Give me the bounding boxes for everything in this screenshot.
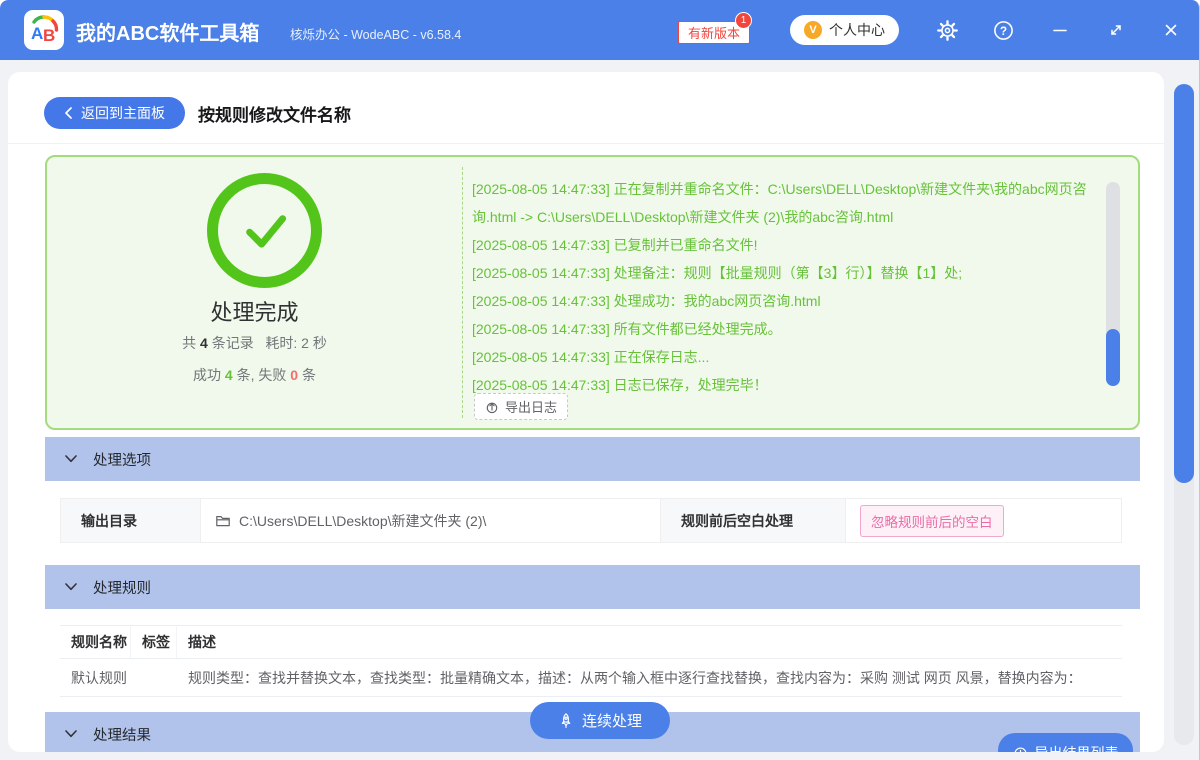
app-logo: A B (24, 10, 64, 50)
col-description: 描述 (188, 634, 216, 650)
settings-gear-icon[interactable] (936, 19, 958, 41)
export-results-label: 导出结果列表 (1035, 743, 1119, 752)
rule-name-cell: 默认规则 (71, 669, 127, 686)
upload-circle-icon (486, 402, 498, 413)
app-subtitle: 核烁办公 - WodeABC - v6.58.4 (290, 28, 462, 42)
download-circle-icon (1014, 746, 1026, 752)
app-window: A B 我的ABC软件工具箱 核烁办公 - WodeABC - v6.58.4 … (0, 0, 1200, 760)
elapsed-seconds: 2 (301, 335, 309, 351)
log-line: [2025-08-05 14:47:33] 处理备注：规则【批量规则（第【3】行… (472, 265, 963, 281)
total-count: 4 (200, 335, 208, 351)
back-button-label: 返回到主面板 (81, 105, 165, 121)
log-scrollbar-thumb[interactable] (1106, 329, 1120, 386)
process-result-panel: 处理完成 共 4 条记录 耗时: 2 秒 成功 4 条, 失败 0 条 [202… (45, 155, 1140, 430)
svg-text:A: A (31, 24, 43, 43)
rules-table: 规则名称 标签 描述 默认规则 规则类型：查找并替换文本，查找类型：批量精确文本… (60, 625, 1122, 697)
log-line: [2025-08-05 14:47:33] 正在保存日志... (472, 349, 710, 365)
close-button[interactable] (1160, 19, 1182, 41)
status-title: 处理完成 (210, 300, 299, 325)
result-summary: 处理完成 共 4 条记录 耗时: 2 秒 成功 4 条, 失败 0 条 (47, 157, 462, 428)
output-dir-label: 输出目录 (61, 499, 201, 542)
record-stats: 共 4 条记录 耗时: 2 秒 (182, 335, 327, 351)
vip-v-icon: V (804, 21, 822, 39)
app-title: 我的ABC软件工具箱 (76, 23, 260, 45)
title-bar: A B 我的ABC软件工具箱 核烁办公 - WodeABC - v6.58.4 … (0, 0, 1199, 60)
continue-button-label: 连续处理 (581, 713, 642, 730)
success-fail-stats: 成功 4 条, 失败 0 条 (193, 367, 316, 383)
chevron-down-icon (65, 730, 77, 738)
whitespace-option-value-cell: 忽略规则前后的空白 (846, 499, 1121, 542)
export-log-label: 导出日志 (505, 400, 558, 415)
export-results-button[interactable]: 导出结果列表 (998, 733, 1133, 752)
page-title: 按规则修改文件名称 (198, 105, 351, 125)
col-tag: 标签 (131, 626, 177, 658)
log-line: [2025-08-05 14:47:33] 已复制并已重命名文件! (472, 237, 758, 253)
svg-text:B: B (43, 26, 55, 45)
chevron-left-icon (65, 107, 72, 119)
log-line: [2025-08-05 14:47:33] 处理成功：我的abc网页咨询.htm… (472, 293, 821, 309)
table-row: 默认规则 规则类型：查找并替换文本，查找类型：批量精确文本，描述：从两个输入框中… (60, 659, 1122, 697)
chevron-down-icon (65, 455, 77, 463)
section-header-options[interactable]: 处理选项 (45, 437, 1140, 481)
process-log-list: [2025-08-05 14:47:33] 正在复制并重命名文件：C:\User… (472, 175, 1104, 399)
section-results-label: 处理结果 (93, 727, 151, 744)
help-icon[interactable]: ? (992, 19, 1014, 41)
chevron-down-icon (65, 583, 77, 591)
options-row: 输出目录 C:\Users\DELL\Desktop\新建文件夹 (2)\ 规则… (60, 498, 1122, 543)
rocket-icon (561, 712, 571, 728)
resize-button[interactable] (1105, 19, 1127, 41)
continue-process-button[interactable]: 连续处理 (530, 702, 670, 739)
section-rules-label: 处理规则 (93, 580, 151, 597)
main-card: 返回到主面板 按规则修改文件名称 处理完成 共 4 条记录 耗时: 2 秒 成功… (8, 72, 1164, 752)
col-rule-name: 规则名称 (60, 626, 131, 658)
whitespace-option-tag: 忽略规则前后的空白 (860, 504, 1004, 537)
personal-center-button[interactable]: V 个人中心 (790, 15, 899, 45)
panel-divider (462, 167, 463, 418)
rules-table-header: 规则名称 标签 描述 (60, 625, 1122, 659)
section-header-rules[interactable]: 处理规则 (45, 565, 1140, 609)
minimize-button[interactable] (1049, 19, 1071, 41)
abc-logo-icon: A B (31, 15, 59, 45)
section-options-label: 处理选项 (93, 452, 151, 469)
fail-count: 0 (290, 367, 299, 383)
success-check-icon (207, 173, 322, 288)
back-to-dashboard-button[interactable]: 返回到主面板 (44, 97, 185, 129)
page-scrollbar-thumb[interactable] (1174, 84, 1194, 483)
rule-tag-cell (131, 659, 177, 696)
folder-open-icon (216, 515, 230, 526)
log-line: [2025-08-05 14:47:33] 所有文件都已经处理完成。 (472, 321, 782, 337)
output-dir-path: C:\Users\DELL\Desktop\新建文件夹 (2)\ (239, 512, 487, 529)
output-dir-value-cell: C:\Users\DELL\Desktop\新建文件夹 (2)\ (201, 499, 661, 542)
success-count: 4 (224, 367, 233, 383)
rule-desc-cell: 规则类型：查找并替换文本，查找类型：批量精确文本，描述：从两个输入框中逐行查找替… (188, 669, 1082, 686)
whitespace-option-label: 规则前后空白处理 (661, 499, 846, 542)
personal-center-label: 个人中心 (829, 22, 885, 38)
export-log-button[interactable]: 导出日志 (474, 393, 569, 420)
svg-text:?: ? (999, 25, 1006, 37)
log-line: [2025-08-05 14:47:33] 正在复制并重命名文件：C:\User… (472, 181, 1087, 225)
new-version-count-badge: 1 (735, 12, 752, 29)
header-divider (8, 143, 1164, 144)
